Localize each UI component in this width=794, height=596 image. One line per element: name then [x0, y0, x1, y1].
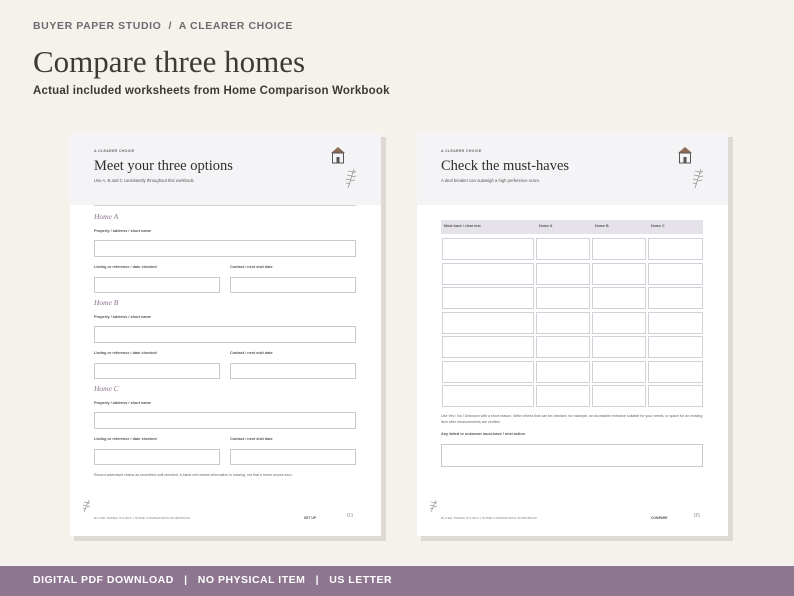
home-b-cell[interactable] — [592, 262, 646, 285]
home-b-title: Home B — [94, 298, 119, 307]
home-c-cell[interactable] — [648, 287, 703, 309]
home-c-title: Home C — [94, 384, 119, 393]
column-header-home-a: Home A — [539, 224, 553, 228]
home-a-listing-label: Listing or reference / date checked — [94, 265, 157, 269]
home-a-listing-field[interactable] — [94, 277, 220, 293]
home-c-property-label: Property / address / short name — [94, 401, 151, 405]
must-have-cell[interactable] — [442, 336, 534, 358]
home-c-listing-label: Listing or reference / date checked — [94, 437, 157, 441]
home-c-contact-label: Contact / next visit date — [230, 437, 273, 441]
column-header-must-have: Must-have / clear test — [444, 224, 481, 228]
home-c-listing-field[interactable] — [94, 449, 220, 465]
must-have-cell[interactable] — [442, 311, 534, 334]
right-page-instructions: Use Yes / No / Unknown with a short reas… — [441, 414, 703, 424]
home-b-cell[interactable] — [592, 360, 646, 383]
home-b-cell[interactable] — [592, 287, 646, 309]
home-b-property-field[interactable] — [94, 326, 356, 343]
page-subtitle: Actual included worksheets from Home Com… — [33, 85, 390, 97]
home-a-cell[interactable] — [536, 336, 590, 358]
home-a-contact-label: Contact / next visit date — [230, 265, 273, 269]
followup-field[interactable] — [441, 444, 703, 467]
house-icon — [678, 147, 692, 164]
left-page-note: Record advertised claims as unverified u… — [94, 473, 293, 477]
home-b-cell[interactable] — [592, 238, 646, 260]
right-page-number: 05 — [694, 513, 700, 519]
home-a-cell[interactable] — [536, 262, 590, 285]
must-have-cell[interactable] — [442, 385, 534, 407]
format-info-bar: DIGITAL PDF DOWNLOAD | NO PHYSICAL ITEM … — [0, 566, 794, 596]
brand-separator: / — [168, 20, 173, 32]
home-c-cell[interactable] — [648, 238, 703, 260]
format-info-text: DIGITAL PDF DOWNLOAD | NO PHYSICAL ITEM … — [33, 574, 393, 586]
left-page-number: 03 — [347, 513, 353, 519]
home-b-property-label: Property / address / short name — [94, 315, 151, 319]
page-title: Compare three homes — [33, 44, 306, 79]
left-page-section: SET UP — [304, 516, 316, 520]
home-b-contact-field[interactable] — [230, 363, 356, 379]
must-have-cell[interactable] — [442, 262, 534, 285]
home-c-cell[interactable] — [648, 385, 703, 407]
home-b-listing-label: Listing or reference / date checked — [94, 351, 157, 355]
must-have-cell[interactable] — [442, 360, 534, 383]
right-page-subtitle: A deal breaker can outweigh a high prefe… — [441, 178, 541, 183]
home-c-property-field[interactable] — [94, 412, 356, 429]
home-c-cell[interactable] — [648, 336, 703, 358]
sprig-icon — [692, 168, 704, 189]
house-icon — [331, 147, 345, 164]
column-header-home-b: Home B — [595, 224, 609, 228]
left-page-kicker: A CLEARER CHOICE — [94, 149, 135, 153]
home-c-cell[interactable] — [648, 311, 703, 334]
right-page-section: COMPARE — [651, 516, 668, 520]
home-b-cell[interactable] — [592, 311, 646, 334]
must-have-cell[interactable] — [442, 287, 534, 309]
home-b-cell[interactable] — [592, 385, 646, 407]
footer-sprig-icon — [82, 499, 91, 513]
home-c-cell[interactable] — [648, 360, 703, 383]
brand-line: BUYER PAPER STUDIO / A CLEARER CHOICE — [33, 20, 293, 32]
left-page-divider — [94, 205, 356, 206]
brand-name: BUYER PAPER STUDIO — [33, 20, 162, 32]
home-a-cell[interactable] — [536, 360, 590, 383]
footer-sprig-icon — [429, 499, 438, 513]
home-b-contact-label: Contact / next visit date — [230, 351, 273, 355]
column-header-home-c: Home C — [651, 224, 665, 228]
home-b-cell[interactable] — [592, 336, 646, 358]
home-a-property-field[interactable] — [94, 240, 356, 257]
home-a-cell[interactable] — [536, 287, 590, 309]
followup-label: Any failed or unknown must-have / next a… — [441, 432, 525, 436]
home-c-cell[interactable] — [648, 262, 703, 285]
must-have-cell[interactable] — [442, 238, 534, 260]
home-b-listing-field[interactable] — [94, 363, 220, 379]
home-a-cell[interactable] — [536, 238, 590, 260]
home-a-property-label: Property / address / short name — [94, 229, 151, 233]
home-a-title: Home A — [94, 212, 119, 221]
left-page-footer: BUYER PAPER STUDIO | HOME COMPARISON WOR… — [94, 516, 191, 520]
left-page-title: Meet your three options — [94, 158, 233, 174]
right-page-footer: BUYER PAPER STUDIO | HOME COMPARISON WOR… — [441, 516, 538, 520]
left-page-subtitle: Use A, B and C consistently throughout t… — [94, 178, 195, 183]
home-a-cell[interactable] — [536, 385, 590, 407]
right-page-title: Check the must-haves — [441, 158, 570, 174]
home-a-cell[interactable] — [536, 311, 590, 334]
right-page-kicker: A CLEARER CHOICE — [441, 149, 482, 153]
must-have-table-header: Must-have / clear test Home A Home B Hom… — [441, 220, 703, 234]
home-c-contact-field[interactable] — [230, 449, 356, 465]
sprig-icon — [345, 168, 357, 189]
brand-tagline: A CLEARER CHOICE — [178, 20, 293, 32]
left-worksheet-page: A CLEARER CHOICE Meet your three options… — [70, 133, 381, 536]
right-worksheet-page: A CLEARER CHOICE Check the must-haves A … — [417, 133, 728, 536]
home-a-contact-field[interactable] — [230, 277, 356, 293]
